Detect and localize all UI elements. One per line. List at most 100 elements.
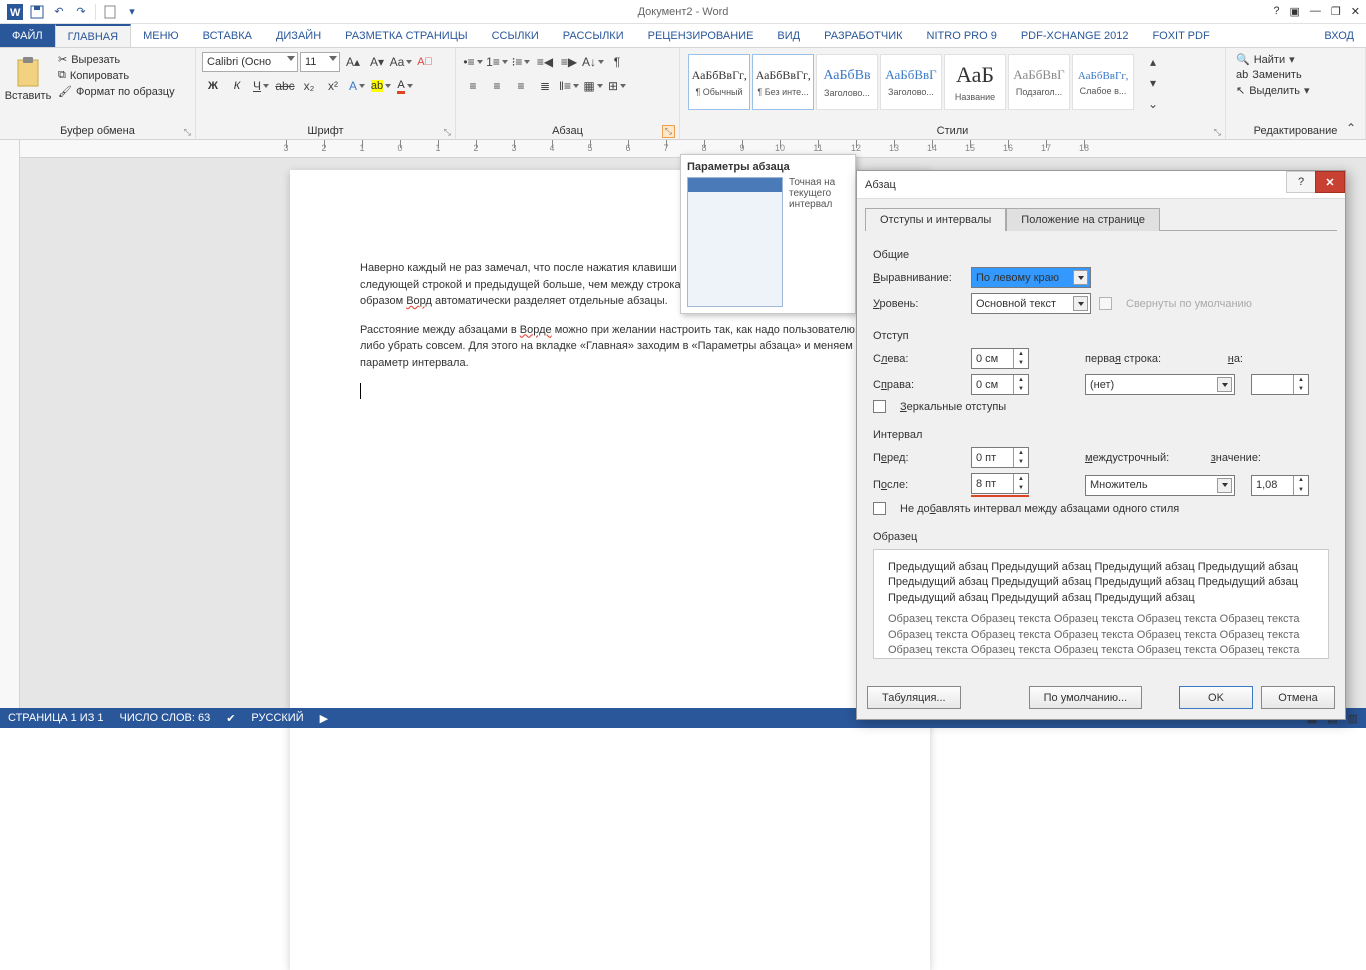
- style-item[interactable]: АаБбВвГЗаголово...: [880, 54, 942, 110]
- firstline-select[interactable]: (нет): [1085, 374, 1235, 395]
- tab-menu[interactable]: Меню: [131, 24, 191, 47]
- numbering-icon[interactable]: 1≡: [486, 52, 508, 72]
- shading-icon[interactable]: ▦: [582, 76, 604, 96]
- copy-button[interactable]: ⧉Копировать: [54, 68, 179, 83]
- view-web-icon[interactable]: ▥: [1348, 712, 1358, 725]
- save-icon[interactable]: [26, 1, 48, 23]
- tab-insert[interactable]: ВСТАВКА: [191, 24, 264, 47]
- shrink-font-icon[interactable]: A▾: [366, 52, 388, 72]
- style-item[interactable]: АаБбВвГг,¶ Обычный: [688, 54, 750, 110]
- highlight-icon[interactable]: ab: [370, 76, 392, 96]
- ribbon-options-icon[interactable]: ▣: [1290, 5, 1300, 18]
- ok-button[interactable]: OK: [1179, 686, 1253, 709]
- borders-icon[interactable]: ⊞: [606, 76, 628, 96]
- status-macro-icon[interactable]: ▶: [320, 712, 328, 725]
- font-launcher-icon[interactable]: ⤡: [444, 127, 451, 138]
- cancel-button[interactable]: Отмена: [1261, 686, 1335, 709]
- style-item[interactable]: АаБбВвГПодзагол...: [1008, 54, 1070, 110]
- before-spinner[interactable]: 0 пт▲▼: [971, 447, 1029, 468]
- tab-review[interactable]: РЕЦЕНЗИРОВАНИЕ: [636, 24, 766, 47]
- show-marks-icon[interactable]: ¶: [606, 52, 628, 72]
- linespacing-value-spinner[interactable]: 1,08▲▼: [1251, 475, 1309, 496]
- noadd-checkbox[interactable]: [873, 502, 886, 515]
- replace-button[interactable]: abЗаменить: [1232, 68, 1306, 82]
- clipboard-launcher-icon[interactable]: ⤡: [184, 127, 191, 138]
- paste-button[interactable]: Вставить: [6, 52, 50, 106]
- tab-file[interactable]: ФАЙЛ: [0, 24, 55, 47]
- tab-layout[interactable]: РАЗМЕТКА СТРАНИЦЫ: [333, 24, 479, 47]
- status-words[interactable]: ЧИСЛО СЛОВ: 63: [120, 712, 211, 724]
- minimize-icon[interactable]: —: [1310, 5, 1321, 18]
- sort-icon[interactable]: A↓: [582, 52, 604, 72]
- qat-dropdown-icon[interactable]: ▾: [121, 1, 143, 23]
- tab-developer[interactable]: РАЗРАБОТЧИК: [812, 24, 914, 47]
- default-button[interactable]: По умолчанию...: [1029, 686, 1143, 709]
- cut-button[interactable]: ✂Вырезать: [54, 52, 179, 67]
- tab-view[interactable]: ВИД: [765, 24, 812, 47]
- grow-font-icon[interactable]: A▴: [342, 52, 364, 72]
- tab-references[interactable]: ССЫЛКИ: [480, 24, 551, 47]
- dialog-close-icon[interactable]: ✕: [1315, 171, 1345, 193]
- align-right-icon[interactable]: ≡: [510, 76, 532, 96]
- tab-design[interactable]: ДИЗАЙН: [264, 24, 333, 47]
- font-size-select[interactable]: 11: [300, 52, 340, 72]
- undo-icon[interactable]: ↶: [48, 1, 70, 23]
- word-app-icon[interactable]: W: [4, 1, 26, 23]
- superscript-icon[interactable]: x²: [322, 76, 344, 96]
- indent-left-spinner[interactable]: 0 см▲▼: [971, 348, 1029, 369]
- dialog-tab-position[interactable]: Положение на странице: [1006, 208, 1160, 231]
- dialog-help-icon[interactable]: ?: [1286, 171, 1316, 193]
- select-button[interactable]: ↖Выделить ▾: [1232, 83, 1314, 98]
- new-doc-icon[interactable]: [99, 1, 121, 23]
- format-painter-button[interactable]: 🖌Формат по образцу: [54, 84, 179, 99]
- bold-icon[interactable]: Ж: [202, 76, 224, 96]
- after-spinner[interactable]: 8 пт▲▼: [971, 473, 1029, 494]
- strikethrough-icon[interactable]: abc: [274, 76, 296, 96]
- font-name-select[interactable]: Calibri (Осно: [202, 52, 298, 72]
- paragraph-launcher-icon[interactable]: ⤡: [662, 125, 675, 138]
- tab-home[interactable]: ГЛАВНАЯ: [55, 24, 131, 47]
- styles-launcher-icon[interactable]: ⤡: [1214, 127, 1221, 138]
- tab-signin[interactable]: Вход: [1312, 24, 1366, 47]
- maximize-icon[interactable]: ❐: [1331, 5, 1341, 18]
- tab-mailings[interactable]: РАССЫЛКИ: [551, 24, 636, 47]
- increase-indent-icon[interactable]: ≡▶: [558, 52, 580, 72]
- change-case-icon[interactable]: Aa: [390, 52, 412, 72]
- multilevel-icon[interactable]: ⁝≡: [510, 52, 532, 72]
- style-item[interactable]: АаБНазвание: [944, 54, 1006, 110]
- italic-icon[interactable]: К: [226, 76, 248, 96]
- indent-right-spinner[interactable]: 0 см▲▼: [971, 374, 1029, 395]
- decrease-indent-icon[interactable]: ≡◀: [534, 52, 556, 72]
- styles-up-icon[interactable]: ▴: [1142, 52, 1164, 72]
- status-language[interactable]: РУССКИЙ: [251, 712, 303, 724]
- dialog-titlebar[interactable]: Абзац ? ✕: [857, 171, 1345, 199]
- style-item[interactable]: АаБбВвГг,Слабое в...: [1072, 54, 1134, 110]
- tab-nitro[interactable]: NITRO PRO 9: [915, 24, 1009, 47]
- linespacing-select[interactable]: Множитель: [1085, 475, 1235, 496]
- tab-foxit[interactable]: Foxit PDF: [1140, 24, 1221, 47]
- clear-formatting-icon[interactable]: A⃠: [414, 52, 436, 72]
- tab-pdfxchange[interactable]: PDF-XCHANGE 2012: [1009, 24, 1141, 47]
- underline-icon[interactable]: Ч: [250, 76, 272, 96]
- bullets-icon[interactable]: •≡: [462, 52, 484, 72]
- alignment-select[interactable]: По левому краю: [971, 267, 1091, 288]
- collapse-ribbon-icon[interactable]: ⌃: [1340, 118, 1362, 138]
- subscript-icon[interactable]: x₂: [298, 76, 320, 96]
- dialog-tab-indents[interactable]: Отступы и интервалы: [865, 208, 1006, 231]
- status-spellcheck-icon[interactable]: ✔: [226, 712, 235, 725]
- styles-down-icon[interactable]: ▾: [1142, 73, 1164, 93]
- close-icon[interactable]: ✕: [1351, 5, 1360, 18]
- status-page[interactable]: СТРАНИЦА 1 ИЗ 1: [8, 712, 104, 724]
- font-color-icon[interactable]: A: [394, 76, 416, 96]
- help-icon[interactable]: ?: [1273, 5, 1279, 18]
- align-left-icon[interactable]: ≡: [462, 76, 484, 96]
- align-center-icon[interactable]: ≡: [486, 76, 508, 96]
- vertical-ruler[interactable]: [0, 140, 20, 708]
- mirror-checkbox[interactable]: [873, 400, 886, 413]
- firstline-value-spinner[interactable]: ▲▼: [1251, 374, 1309, 395]
- redo-icon[interactable]: ↷: [70, 1, 92, 23]
- style-item[interactable]: АаБбВвЗаголово...: [816, 54, 878, 110]
- find-button[interactable]: 🔍Найти ▾: [1232, 52, 1299, 67]
- tabs-button[interactable]: Табуляция...: [867, 686, 961, 709]
- styles-more-icon[interactable]: ⌄: [1142, 94, 1164, 114]
